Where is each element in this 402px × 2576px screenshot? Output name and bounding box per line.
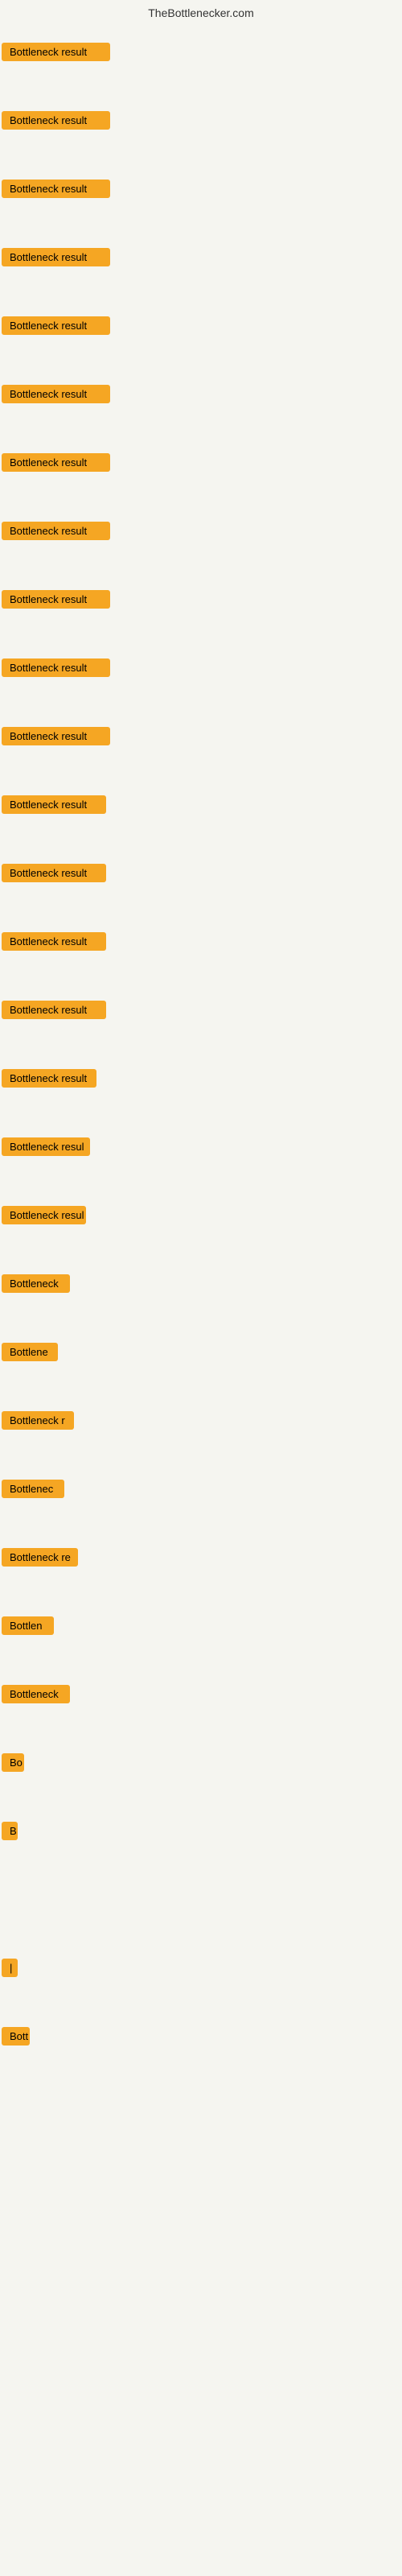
bottleneck-badge: Bottleneck result (2, 522, 110, 540)
bottleneck-badge: Bottleneck resul (2, 1206, 86, 1224)
bottleneck-item: Bottleneck result (0, 107, 402, 175)
bottleneck-badge: Bottleneck result (2, 727, 110, 745)
bottleneck-badge: Bottleneck result (2, 111, 110, 130)
items-container: Bottleneck result Bottleneck result Bottle… (0, 23, 402, 2091)
bottleneck-item: B (0, 1818, 402, 1886)
bottleneck-item: Bottlenec (0, 1476, 402, 1544)
bottleneck-item: Bottleneck result (0, 928, 402, 997)
bottleneck-badge: Bottleneck result (2, 43, 110, 61)
bottleneck-badge: | (2, 1959, 18, 1977)
bottleneck-badge: Bottleneck (2, 1685, 70, 1703)
bottleneck-badge: B (2, 1822, 18, 1840)
bottleneck-badge: Bottleneck result (2, 453, 110, 472)
bottleneck-item: Bottleneck r (0, 1407, 402, 1476)
bottleneck-badge: Bott (2, 2027, 30, 2046)
bottleneck-badge: Bottlenec (2, 1480, 64, 1498)
bottleneck-item: Bo (0, 1749, 402, 1818)
bottleneck-item: Bottleneck result (0, 860, 402, 928)
bottleneck-badge: Bottleneck result (2, 248, 110, 266)
bottleneck-item: Bottleneck result (0, 723, 402, 791)
bottleneck-item: | (0, 1955, 402, 2023)
bottleneck-item: Bottlen (0, 1612, 402, 1681)
bottleneck-badge: Bottleneck result (2, 180, 110, 198)
bottleneck-item: Bottleneck result (0, 518, 402, 586)
bottleneck-item: Bottlene (0, 1339, 402, 1407)
site-title-text: TheBottlenecker.com (148, 6, 254, 19)
bottleneck-badge: Bottleneck resul (2, 1137, 90, 1156)
bottleneck-item: Bottleneck result (0, 997, 402, 1065)
bottleneck-badge: Bottleneck result (2, 932, 106, 951)
bottleneck-item: Bottleneck (0, 1270, 402, 1339)
bottleneck-item: Bottleneck result (0, 449, 402, 518)
bottleneck-item: Bottleneck result (0, 175, 402, 244)
bottleneck-item: Bottleneck result (0, 312, 402, 381)
bottleneck-badge: Bottleneck r (2, 1411, 74, 1430)
bottleneck-badge: Bottleneck result (2, 590, 110, 609)
bottleneck-item: Bottleneck re (0, 1544, 402, 1612)
bottleneck-item: Bottleneck result (0, 791, 402, 860)
bottleneck-item: Bottleneck resul (0, 1202, 402, 1270)
bottleneck-item: Bottleneck result (0, 39, 402, 107)
bottleneck-badge: Bottleneck result (2, 385, 110, 403)
bottleneck-badge: Bottlen (2, 1616, 54, 1635)
bottleneck-item (0, 1886, 402, 1955)
bottleneck-item: Bott (0, 2023, 402, 2091)
bottleneck-item: Bottleneck resul (0, 1133, 402, 1202)
bottleneck-badge: Bottleneck re (2, 1548, 78, 1567)
bottleneck-item: Bottleneck result (0, 586, 402, 654)
bottleneck-badge: Bottleneck result (2, 1069, 96, 1088)
site-title: TheBottlenecker.com (0, 0, 402, 23)
bottleneck-badge: Bottleneck result (2, 864, 106, 882)
bottleneck-item: Bottleneck result (0, 244, 402, 312)
bottleneck-badge: Bottleneck result (2, 658, 110, 677)
bottleneck-badge: Bo (2, 1753, 24, 1772)
bottleneck-badge: Bottleneck (2, 1274, 70, 1293)
bottleneck-item: Bottleneck result (0, 1065, 402, 1133)
bottleneck-badge: Bottlene (2, 1343, 58, 1361)
bottleneck-item: Bottleneck result (0, 381, 402, 449)
bottleneck-badge: Bottleneck result (2, 316, 110, 335)
bottleneck-item: Bottleneck result (0, 654, 402, 723)
bottleneck-badge: Bottleneck result (2, 1001, 106, 1019)
bottleneck-badge: Bottleneck result (2, 795, 106, 814)
bottleneck-item: Bottleneck (0, 1681, 402, 1749)
